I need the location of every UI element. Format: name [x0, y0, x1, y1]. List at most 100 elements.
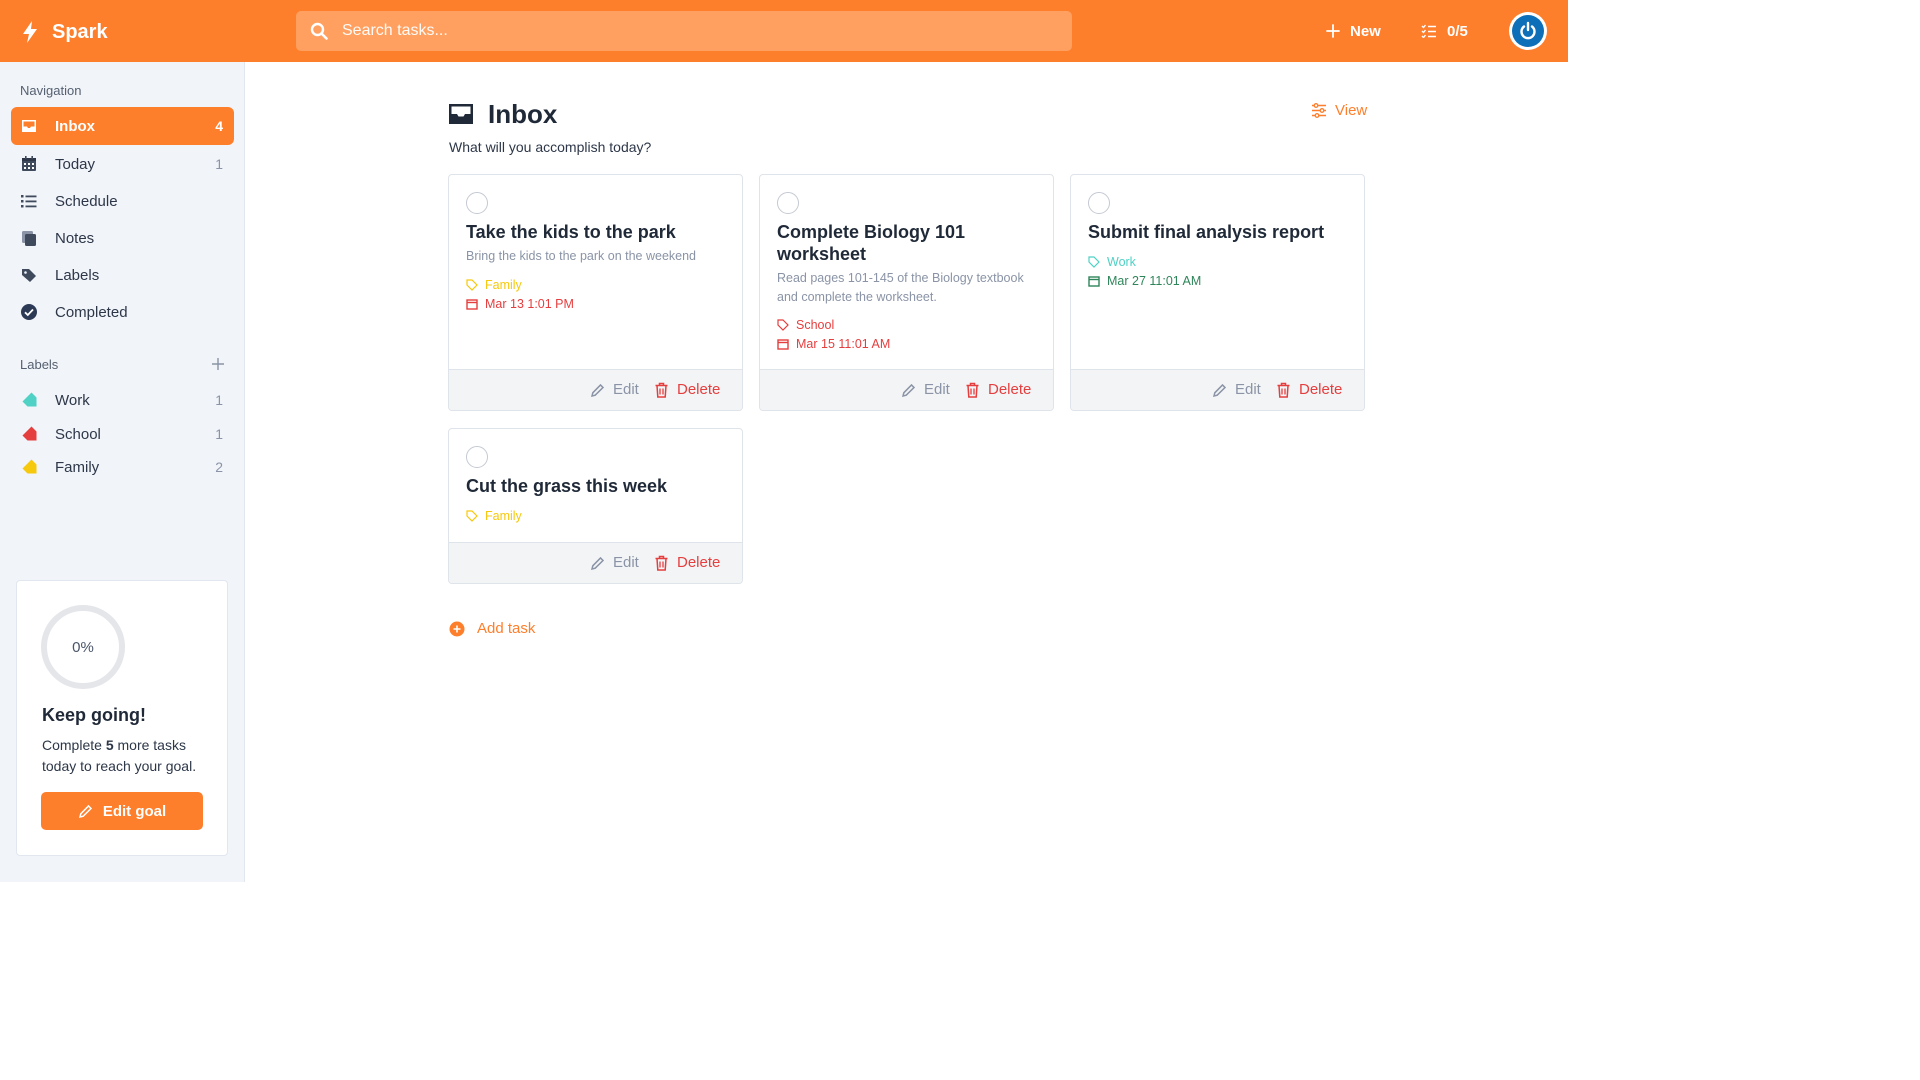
task-due-date: Mar 15 11:01 AM [777, 337, 890, 351]
task-card-footer: Edit Delete [449, 369, 742, 410]
label-count: 1 [215, 392, 223, 408]
task-checkbox[interactable] [777, 192, 799, 214]
task-label[interactable]: Family [466, 278, 522, 292]
goal-card: 0% Keep going! Complete 5 more tasks tod… [16, 580, 228, 856]
pencil-icon [590, 556, 605, 570]
edit-task-button[interactable]: Edit [1212, 381, 1261, 398]
calendar-icon [466, 299, 478, 310]
labels-heading: Labels [20, 357, 59, 372]
sidebar-item-label: Labels [55, 266, 100, 284]
sidebar-item-labels[interactable]: Labels [11, 256, 234, 294]
task-due-date: Mar 13 1:01 PM [466, 297, 574, 311]
sidebar-item-label: Notes [55, 229, 95, 247]
task-card-footer: Edit Delete [760, 369, 1053, 410]
new-task-button[interactable]: New [1326, 20, 1381, 42]
add-task-button[interactable]: Add task [449, 620, 535, 637]
delete-task-button[interactable]: Delete [1276, 381, 1342, 398]
tag-icon [1088, 256, 1100, 268]
task-title: Take the kids to the park [466, 222, 676, 242]
calendar-icon [19, 155, 39, 173]
power-icon [1520, 21, 1536, 40]
task-card[interactable]: Complete Biology 101 worksheet Read page… [759, 174, 1054, 411]
pencil-icon [1212, 383, 1227, 397]
calendar-icon [1088, 276, 1100, 287]
goal-remaining-count: 5 [105, 737, 114, 753]
task-label[interactable]: School [777, 318, 834, 332]
tags-icon [19, 266, 39, 284]
task-due-date: Mar 27 11:01 AM [1088, 274, 1201, 288]
sidebar-item-count: 4 [215, 118, 223, 134]
list-icon [19, 192, 39, 210]
scrollbar[interactable] [1558, 0, 1568, 62]
trash-icon [1277, 382, 1290, 398]
delete-task-button[interactable]: Delete [654, 381, 720, 398]
navigation-heading: Navigation [20, 83, 82, 98]
task-progress-count: 0/5 [1447, 22, 1468, 40]
lightning-icon [23, 21, 37, 43]
label-item-family[interactable]: Family 2 [11, 451, 234, 483]
sidebar-item-notes[interactable]: Notes [11, 219, 234, 257]
goal-title: Keep going! [42, 705, 146, 725]
page-subtitle: What will you accomplish today? [449, 139, 652, 155]
inbox-icon [449, 104, 473, 124]
sidebar-item-label: Completed [55, 303, 128, 321]
goal-text: Complete 5 more tasks today to reach you… [42, 737, 197, 774]
task-card[interactable]: Submit final analysis report Work Mar 27… [1070, 174, 1365, 411]
sidebar-item-schedule[interactable]: Schedule [11, 182, 234, 220]
task-label[interactable]: Family [466, 509, 522, 523]
trash-icon [655, 382, 668, 398]
label-count: 1 [215, 426, 223, 442]
view-options-button[interactable]: View [1311, 100, 1367, 120]
task-description: Read pages 101-145 of the Biology textbo… [777, 271, 1024, 304]
add-task-label: Add task [477, 620, 536, 637]
sidebar-item-completed[interactable]: Completed [11, 293, 234, 331]
sidebar-item-label: Inbox [55, 117, 95, 135]
task-card[interactable]: Cut the grass this week Family Edit Dele… [448, 428, 743, 584]
checklist-icon [1421, 24, 1436, 38]
trash-icon [655, 555, 668, 571]
edit-task-button[interactable]: Edit [901, 381, 950, 398]
task-title: Cut the grass this week [466, 476, 668, 496]
edit-task-button[interactable]: Edit [590, 554, 639, 571]
avatar[interactable] [1509, 12, 1547, 50]
sidebar-item-inbox[interactable]: Inbox 4 [11, 107, 234, 145]
search-input[interactable] [342, 22, 1042, 40]
label-item-work[interactable]: Work 1 [11, 384, 234, 416]
task-checkbox[interactable] [1088, 192, 1110, 214]
label-item-school[interactable]: School 1 [11, 418, 234, 450]
sidebar-item-count: 1 [215, 156, 223, 172]
sliders-icon [1312, 102, 1326, 118]
trash-icon [966, 382, 979, 398]
add-label-icon[interactable] [210, 356, 226, 372]
edit-goal-button[interactable]: Edit goal [41, 792, 203, 830]
calendar-icon [777, 339, 789, 350]
task-card[interactable]: Take the kids to the park Bring the kids… [448, 174, 743, 411]
sidebar-item-today[interactable]: Today 1 [11, 145, 234, 183]
task-checkbox[interactable] [466, 192, 488, 214]
delete-task-button[interactable]: Delete [654, 554, 720, 571]
plus-circle-icon [449, 621, 465, 636]
task-card-footer: Edit Delete [449, 542, 742, 583]
page-title: Inbox [488, 98, 558, 129]
search-icon [310, 22, 328, 40]
view-options-label: View [1335, 101, 1368, 119]
pencil-icon [901, 383, 916, 397]
goal-progress-ring: 0% [41, 605, 125, 689]
notes-icon [19, 229, 39, 247]
task-checkbox[interactable] [466, 446, 488, 468]
search-bar[interactable] [296, 11, 1072, 51]
new-task-label: New [1350, 22, 1381, 40]
task-progress-button[interactable]: 0/5 [1421, 20, 1468, 42]
brand[interactable]: Spark [20, 18, 108, 46]
tag-icon [19, 426, 39, 442]
delete-task-button[interactable]: Delete [965, 381, 1031, 398]
pencil-icon [590, 383, 605, 397]
plus-icon [1326, 24, 1340, 38]
task-label[interactable]: Work [1088, 255, 1136, 269]
task-card-footer: Edit Delete [1071, 369, 1364, 410]
page-header: Inbox [448, 98, 557, 130]
label-name: Family [55, 458, 100, 476]
tag-icon [19, 459, 39, 475]
label-name: Work [55, 391, 90, 409]
edit-task-button[interactable]: Edit [590, 381, 639, 398]
